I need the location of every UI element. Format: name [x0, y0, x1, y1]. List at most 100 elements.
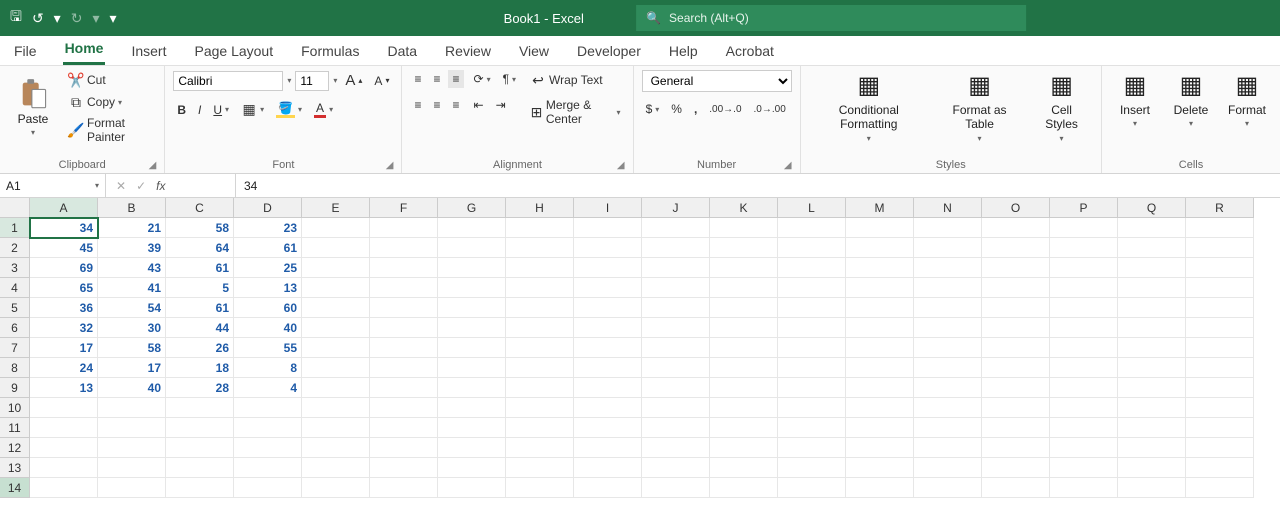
cell[interactable]	[1186, 358, 1254, 378]
column-header[interactable]: P	[1050, 198, 1118, 218]
cell[interactable]	[506, 458, 574, 478]
cell[interactable]	[302, 258, 370, 278]
cell[interactable]	[506, 398, 574, 418]
cell[interactable]	[1186, 338, 1254, 358]
tab-file[interactable]: File	[12, 39, 39, 65]
cell[interactable]	[982, 338, 1050, 358]
cell[interactable]	[234, 438, 302, 458]
cell[interactable]	[642, 338, 710, 358]
cell[interactable]	[642, 458, 710, 478]
cell[interactable]	[1186, 238, 1254, 258]
cell[interactable]	[574, 418, 642, 438]
cell[interactable]	[302, 398, 370, 418]
cell[interactable]: 54	[98, 298, 166, 318]
cell[interactable]	[302, 378, 370, 398]
cell[interactable]	[710, 218, 778, 238]
cell[interactable]	[166, 418, 234, 438]
cell[interactable]	[1050, 258, 1118, 278]
cell[interactable]	[710, 378, 778, 398]
tab-developer[interactable]: Developer	[575, 39, 643, 65]
cell[interactable]	[438, 278, 506, 298]
cell[interactable]	[1186, 458, 1254, 478]
cell[interactable]	[166, 478, 234, 498]
cell[interactable]: 4	[234, 378, 302, 398]
format-as-table-button[interactable]: ▦Format as Table▾	[935, 70, 1024, 145]
undo-dropdown[interactable]: ▾	[54, 10, 61, 27]
save-icon[interactable]: 🖫	[10, 6, 22, 30]
column-header[interactable]: M	[846, 198, 914, 218]
cell[interactable]: 23	[234, 218, 302, 238]
cell[interactable]	[778, 298, 846, 318]
cell[interactable]	[778, 338, 846, 358]
cell[interactable]	[1118, 358, 1186, 378]
italic-button[interactable]: I	[194, 101, 205, 119]
delete-cells-button[interactable]: ▦Delete▾	[1166, 70, 1216, 131]
cell[interactable]	[438, 478, 506, 498]
row-header[interactable]: 12	[0, 438, 30, 458]
cell[interactable]	[642, 318, 710, 338]
cell[interactable]	[302, 438, 370, 458]
cell[interactable]	[982, 278, 1050, 298]
cell[interactable]	[778, 438, 846, 458]
font-size-input[interactable]	[295, 71, 329, 91]
cell[interactable]: 25	[234, 258, 302, 278]
formula-input[interactable]: 34	[236, 174, 1280, 197]
cell[interactable]: 30	[98, 318, 166, 338]
cell[interactable]	[1118, 258, 1186, 278]
insert-cells-button[interactable]: ▦Insert▾	[1110, 70, 1160, 131]
cell[interactable]: 60	[234, 298, 302, 318]
cell[interactable]	[846, 358, 914, 378]
cell[interactable]	[506, 338, 574, 358]
percent-button[interactable]: %	[667, 100, 686, 118]
format-cells-button[interactable]: ▦Format▾	[1222, 70, 1272, 131]
cell[interactable]	[778, 398, 846, 418]
cell[interactable]	[710, 298, 778, 318]
cell[interactable]	[506, 438, 574, 458]
cell[interactable]	[1186, 478, 1254, 498]
cell[interactable]	[914, 398, 982, 418]
cell[interactable]: 58	[98, 338, 166, 358]
cell[interactable]	[1050, 398, 1118, 418]
cell[interactable]: 32	[30, 318, 98, 338]
cell[interactable]	[914, 258, 982, 278]
row-header[interactable]: 6	[0, 318, 30, 338]
cell[interactable]	[1050, 438, 1118, 458]
cell[interactable]	[1050, 278, 1118, 298]
cell[interactable]	[710, 278, 778, 298]
cell[interactable]	[166, 438, 234, 458]
cell[interactable]	[642, 418, 710, 438]
cell[interactable]	[166, 398, 234, 418]
tab-formulas[interactable]: Formulas	[299, 39, 361, 65]
qat-customize[interactable]: ▾	[109, 10, 116, 27]
cell[interactable]: 55	[234, 338, 302, 358]
borders-button[interactable]: ▦▾	[237, 100, 268, 120]
tab-home[interactable]: Home	[63, 36, 106, 65]
cell[interactable]	[642, 278, 710, 298]
cell[interactable]	[506, 278, 574, 298]
row-header[interactable]: 9	[0, 378, 30, 398]
row-header[interactable]: 10	[0, 398, 30, 418]
cell[interactable]	[370, 458, 438, 478]
cell[interactable]	[302, 318, 370, 338]
redo-icon[interactable]: ↻	[71, 10, 83, 27]
align-top-button[interactable]: ≡	[410, 70, 425, 88]
cell[interactable]: 13	[234, 278, 302, 298]
cell[interactable]	[1118, 438, 1186, 458]
cell[interactable]	[370, 358, 438, 378]
cell[interactable]	[438, 458, 506, 478]
cell[interactable]	[574, 438, 642, 458]
cell[interactable]	[302, 478, 370, 498]
increase-font-button[interactable]: A▴	[341, 70, 366, 91]
cell[interactable]	[914, 378, 982, 398]
cell[interactable]	[778, 478, 846, 498]
cell[interactable]	[438, 338, 506, 358]
cell[interactable]	[914, 218, 982, 238]
insert-function-icon[interactable]: fx	[156, 179, 165, 193]
cell[interactable]	[234, 478, 302, 498]
cell[interactable]	[846, 298, 914, 318]
cell[interactable]	[302, 298, 370, 318]
cell[interactable]	[982, 458, 1050, 478]
cell[interactable]	[30, 398, 98, 418]
cell[interactable]: 69	[30, 258, 98, 278]
cell[interactable]: 45	[30, 238, 98, 258]
